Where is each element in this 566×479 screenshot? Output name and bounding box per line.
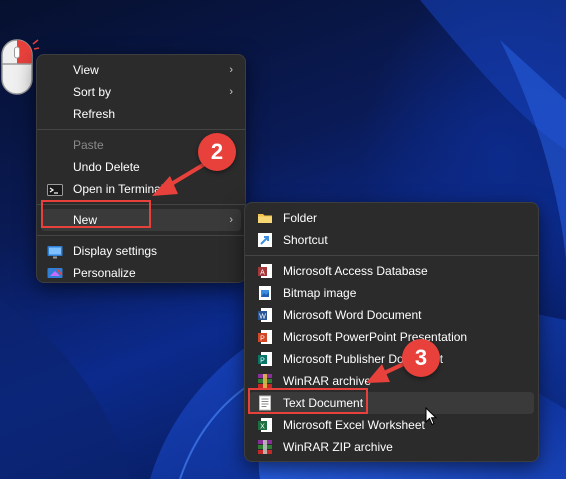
winrar-zip-icon [257,439,273,455]
svg-text:W: W [259,314,266,321]
publisher-icon: P [257,351,273,367]
svg-text:A: A [260,270,265,277]
winrar-icon [257,373,273,389]
menu-separator [245,255,538,256]
mouse-right-click-icon [0,38,40,98]
personalize-icon [47,266,63,280]
access-icon: A [257,263,273,279]
chevron-right-icon: › [229,86,233,98]
menu-separator [37,129,245,130]
menu-item-view[interactable]: View › [41,59,241,81]
new-bitmap-image-item[interactable]: Bitmap image [249,282,534,304]
step-3-badge: 3 [402,339,440,377]
new-access-database-item[interactable]: A Microsoft Access Database [249,260,534,282]
new-item-highlight [41,200,151,228]
menu-item-refresh[interactable]: Refresh [41,103,241,125]
svg-text:X: X [260,424,265,431]
powerpoint-icon: P [257,329,273,345]
menu-item-display-settings[interactable]: Display settings [41,240,241,262]
chevron-right-icon: › [229,214,233,226]
display-settings-icon [47,244,63,259]
word-icon: W [257,307,273,323]
excel-icon: X [257,417,273,433]
new-excel-worksheet-item[interactable]: X Microsoft Excel Worksheet [249,414,534,436]
folder-icon [257,210,273,226]
new-winrar-zip-item[interactable]: WinRAR ZIP archive [249,436,534,458]
step-2-badge: 2 [198,133,236,171]
new-folder-item[interactable]: Folder [249,207,534,229]
terminal-icon [47,182,63,196]
new-word-document-item[interactable]: W Microsoft Word Document [249,304,534,326]
text-document-highlight [248,388,368,414]
new-shortcut-item[interactable]: Shortcut [249,229,534,251]
menu-separator [37,235,245,236]
new-submenu: Folder Shortcut A Microsoft Access Datab… [244,202,539,462]
cursor-icon [425,406,439,427]
svg-text:P: P [260,358,265,365]
svg-text:P: P [260,336,265,343]
new-publisher-item[interactable]: P Microsoft Publisher Document [249,348,534,370]
menu-item-open-in-terminal[interactable]: Open in Terminal [41,178,241,200]
shortcut-icon [257,232,273,248]
menu-item-personalize[interactable]: Personalize [41,262,241,284]
menu-item-sort-by[interactable]: Sort by › [41,81,241,103]
bitmap-icon [257,285,273,301]
chevron-right-icon: › [229,64,233,76]
new-powerpoint-item[interactable]: P Microsoft PowerPoint Presentation [249,326,534,348]
